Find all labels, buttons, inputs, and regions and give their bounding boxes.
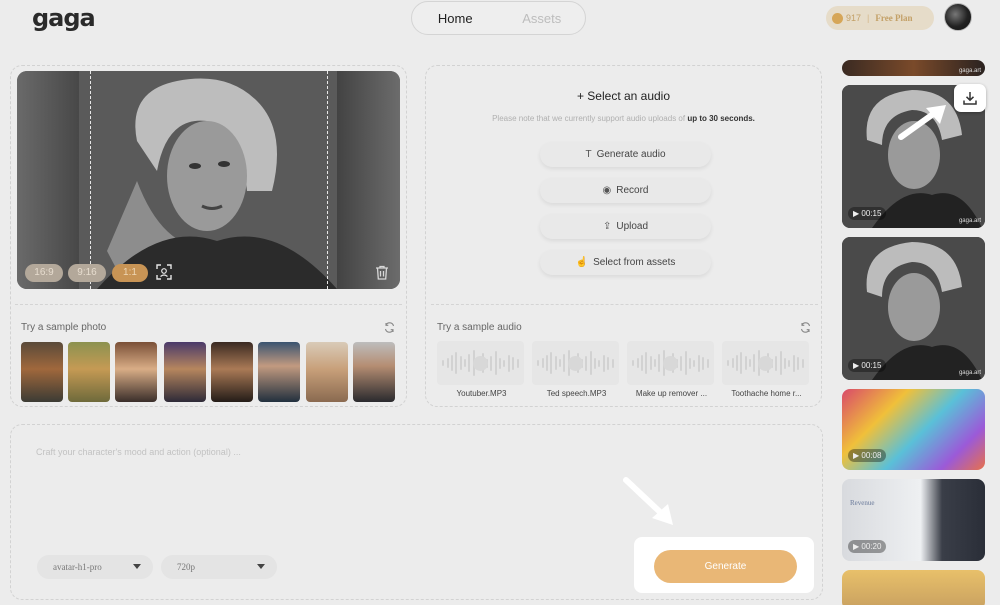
sample-photo-label: Try a sample photo: [21, 322, 107, 333]
model-select[interactable]: avatar-h1-pro: [37, 555, 153, 579]
resolution-select[interactable]: 720p: [161, 555, 277, 579]
record-label: Record: [616, 185, 649, 196]
generate-audio-button[interactable]: T Generate audio: [540, 142, 711, 167]
history-item-5[interactable]: [842, 570, 985, 605]
chevron-down-icon: [133, 564, 141, 569]
plan-name: Free Plan: [875, 13, 913, 23]
sample-audio-name: Make up remover ...: [635, 389, 708, 398]
sample-photo-7[interactable]: [306, 342, 348, 402]
history-item-0[interactable]: gaga.art: [842, 60, 985, 76]
record-button[interactable]: ◉ Record: [540, 178, 711, 203]
sample-photo-4[interactable]: [164, 342, 206, 402]
duration-value: 00:20: [861, 542, 882, 551]
play-icon[interactable]: [663, 356, 678, 371]
upload-label: Upload: [616, 221, 649, 232]
duration-value: 00:08: [861, 451, 882, 460]
photo-divider: [15, 304, 402, 305]
duration-value: 00:15: [861, 209, 882, 218]
watermark: gaga.art: [958, 370, 981, 376]
sample-audio-label: Try a sample audio: [437, 322, 522, 333]
coin-icon: [832, 12, 843, 24]
gaga-logo[interactable]: gaga: [32, 4, 96, 32]
whiteboard-text: Revenue: [850, 499, 875, 507]
duration-badge: ▶ 00:20: [848, 540, 887, 553]
record-icon: ◉: [602, 185, 612, 196]
sample-audio-name: Toothache home r...: [731, 389, 802, 398]
tab-assets[interactable]: Assets: [499, 11, 586, 26]
credits-plan-badge[interactable]: 917 | Free Plan: [826, 6, 934, 30]
face-detect-icon[interactable]: [156, 264, 172, 280]
generate-button[interactable]: Generate: [654, 550, 797, 583]
watermark: gaga.art: [958, 218, 981, 224]
audio-length-note: Please note that we currently support au…: [425, 114, 822, 123]
audio-divider: [431, 304, 818, 305]
sample-photo-8[interactable]: [353, 342, 395, 402]
refresh-audio-icon[interactable]: [800, 322, 811, 333]
sample-photo-6[interactable]: [258, 342, 300, 402]
crop-guide-right[interactable]: [327, 71, 328, 289]
chevron-down-icon: [257, 564, 265, 569]
plan-separator: |: [867, 13, 870, 23]
sample-audio-name: Youtuber.MP3: [456, 389, 507, 398]
sample-photo-1[interactable]: [21, 342, 63, 402]
trash-icon[interactable]: [375, 265, 389, 280]
sample-photo-2[interactable]: [68, 342, 110, 402]
text-icon: T: [585, 149, 592, 160]
resolution-value: 720p: [177, 562, 195, 572]
generate-audio-label: Generate audio: [596, 149, 666, 160]
download-button[interactable]: [954, 84, 986, 112]
select-audio-title[interactable]: + Select an audio: [425, 89, 822, 103]
history-item-2[interactable]: ▶ 00:15 gaga.art: [842, 237, 985, 380]
model-value: avatar-h1-pro: [53, 562, 102, 572]
download-icon: [963, 92, 977, 105]
sample-audio-2[interactable]: Ted speech.MP3: [532, 341, 619, 402]
prompt-input[interactable]: [25, 437, 810, 547]
history-item-4[interactable]: Revenue ▶ 00:20: [842, 479, 985, 561]
sample-audio-3[interactable]: Make up remover ...: [627, 341, 714, 402]
user-avatar[interactable]: [944, 3, 972, 31]
audio-note-limit: up to 30 seconds.: [687, 114, 755, 123]
portrait-image: [79, 71, 337, 289]
sample-audio-4[interactable]: Toothache home r...: [722, 341, 809, 402]
watermark: gaga.art: [958, 68, 981, 74]
duration-badge: ▶ 00:08: [848, 449, 887, 462]
crop-guide-left[interactable]: [90, 71, 91, 289]
select-from-assets-label: Select from assets: [593, 257, 676, 268]
sample-photo-5[interactable]: [211, 342, 253, 402]
play-icon[interactable]: [758, 356, 773, 371]
refresh-photos-icon[interactable]: [384, 322, 395, 333]
main-nav: Home Assets: [411, 1, 586, 35]
history-item-3[interactable]: ▶ 00:08: [842, 389, 985, 470]
arrow-pointer-generate-icon: [623, 477, 673, 525]
play-icon[interactable]: [568, 356, 583, 371]
ratio-1-1-button[interactable]: 1:1: [112, 264, 148, 282]
duration-value: 00:15: [861, 361, 882, 370]
hand-pointer-icon: ☝: [575, 257, 589, 268]
ratio-16-9-button[interactable]: 16:9: [25, 264, 63, 282]
credits-count: 917: [846, 13, 862, 23]
duration-badge: ▶ 00:15: [848, 207, 887, 220]
select-from-assets-button[interactable]: ☝ Select from assets: [540, 250, 711, 275]
arrow-pointer-download-icon: [898, 105, 946, 140]
duration-badge: ▶ 00:15: [848, 359, 887, 372]
ratio-9-16-button[interactable]: 9:16: [68, 264, 106, 282]
upload-button[interactable]: ⇪ Upload: [540, 214, 711, 239]
sample-audio-1[interactable]: Youtuber.MP3: [437, 341, 524, 402]
upload-icon: ⇪: [602, 221, 612, 232]
tab-home[interactable]: Home: [412, 11, 499, 26]
sample-audio-name: Ted speech.MP3: [546, 389, 607, 398]
play-icon[interactable]: [473, 356, 488, 371]
audio-note-text: Please note that we currently support au…: [492, 114, 686, 123]
sample-photo-3[interactable]: [115, 342, 157, 402]
uploaded-photo[interactable]: [17, 71, 400, 289]
